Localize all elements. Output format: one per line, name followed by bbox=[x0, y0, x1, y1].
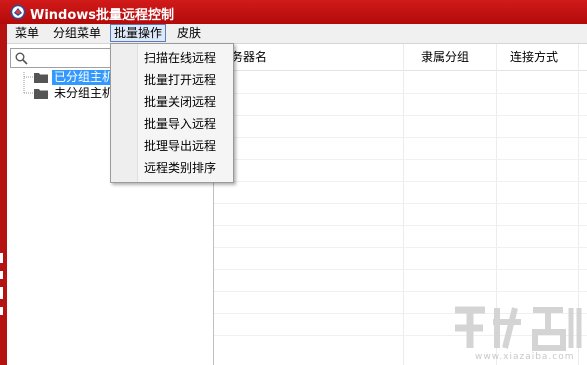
column-group[interactable]: 隶属分组 bbox=[421, 44, 469, 70]
menu-icon-strip bbox=[111, 44, 138, 182]
menu-skin[interactable]: 皮肤 bbox=[174, 25, 204, 41]
watermark: www.xiazaiba.com bbox=[445, 302, 587, 365]
grid-row bbox=[214, 159, 587, 160]
grid-row bbox=[214, 93, 587, 94]
window-title: Windows批量远程控制 bbox=[30, 8, 175, 23]
column-connection-type[interactable]: 连接方式 bbox=[510, 44, 558, 70]
tree-node-label: 已分组主机 bbox=[52, 70, 117, 85]
tree-node-label: 未分组主机 bbox=[54, 86, 115, 100]
folder-icon bbox=[34, 73, 48, 83]
grid-row bbox=[214, 115, 587, 116]
grid-row bbox=[214, 291, 587, 292]
menu-main[interactable]: 菜单 bbox=[12, 25, 42, 41]
app-logo-icon bbox=[10, 4, 26, 20]
grid-row bbox=[214, 247, 587, 248]
batch-operations-dropdown: 扫描在线远程 批量打开远程 批量关闭远程 批量导入远程 批理导出远程 远程类别排… bbox=[110, 43, 234, 183]
column-server-name[interactable]: 务器名 bbox=[231, 44, 267, 70]
grid-row bbox=[214, 181, 587, 182]
background-window-edge bbox=[0, 253, 3, 315]
watermark-url: www.xiazaiba.com bbox=[475, 352, 575, 362]
menu-item-scan-online[interactable]: 扫描在线远程 bbox=[144, 48, 216, 68]
grid-row bbox=[214, 269, 587, 270]
search-icon[interactable] bbox=[15, 52, 28, 65]
menu-item-sort-categories[interactable]: 远程类别排序 bbox=[144, 158, 216, 178]
title-bar: Windows批量远程控制 bbox=[0, 0, 587, 24]
folder-icon bbox=[34, 89, 48, 99]
menu-item-batch-export[interactable]: 批理导出远程 bbox=[144, 136, 216, 156]
grid-header: 务器名 隶属分组 连接方式 bbox=[214, 44, 587, 71]
menu-batch-operations[interactable]: 批量操作 bbox=[110, 24, 167, 42]
search-input[interactable] bbox=[10, 48, 112, 68]
watermark-logo-icon bbox=[455, 306, 582, 351]
menu-item-batch-import[interactable]: 批量导入远程 bbox=[144, 114, 216, 134]
menu-item-batch-close[interactable]: 批量关闭远程 bbox=[144, 92, 216, 112]
menu-bar: 菜单 分组菜单 批量操作 皮肤 bbox=[7, 24, 587, 44]
menu-group[interactable]: 分组菜单 bbox=[50, 25, 104, 41]
menu-item-batch-open[interactable]: 批量打开远程 bbox=[144, 70, 216, 90]
grid-row bbox=[214, 203, 587, 204]
grid-row bbox=[214, 225, 587, 226]
grid-row bbox=[214, 137, 587, 138]
